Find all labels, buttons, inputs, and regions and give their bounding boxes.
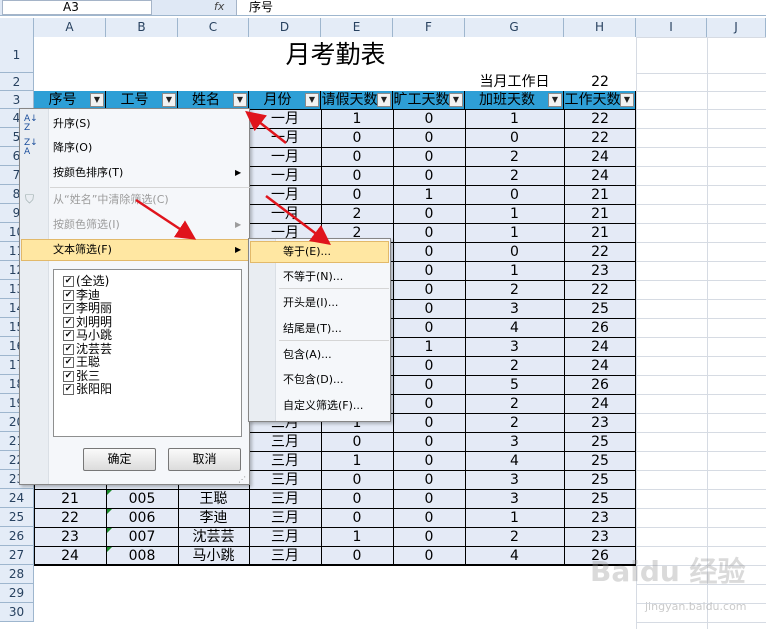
watermark-logo: Baidu 经验 [590,555,746,588]
annotation-arrows [135,110,331,246]
arrow-to-text-filter [135,198,197,240]
arrow-to-dropdown [245,110,287,144]
arrow-to-equals [265,195,331,246]
watermark-url: jingyan.baidu.com [645,600,747,613]
